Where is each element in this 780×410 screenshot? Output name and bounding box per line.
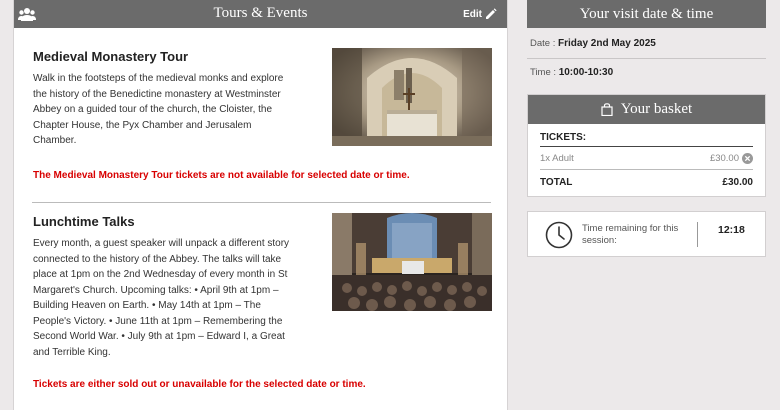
remove-item-icon[interactable] bbox=[742, 153, 753, 164]
clock-icon bbox=[545, 221, 573, 249]
basket-title: Your basket bbox=[620, 101, 693, 117]
basket-item-label: 1x Adult bbox=[540, 153, 574, 164]
tickets-heading: TICKETS: bbox=[540, 132, 753, 147]
session-timer-value: 12:18 bbox=[718, 224, 745, 236]
edit-label: Edit bbox=[463, 8, 482, 20]
basket-panel: Your basket TICKETS: 1x Adult £30.00 TOT… bbox=[527, 94, 766, 197]
visit-date-label: Date : bbox=[530, 38, 556, 49]
tours-events-title: Tours & Events bbox=[213, 5, 308, 21]
visit-date-row: Date : Friday 2nd May 2025 bbox=[527, 38, 766, 58]
shopping-bag-icon bbox=[601, 103, 613, 116]
event-description: Walk in the footsteps of the medieval mo… bbox=[33, 73, 284, 146]
event-availability-warning: The Medieval Monastery Tour tickets are … bbox=[33, 170, 410, 181]
sidebar: Your visit date & time Date : Friday 2nd… bbox=[527, 0, 766, 257]
tours-events-panel: Tours & Events Edit Medieval Monastery T… bbox=[13, 0, 508, 410]
visit-time-label: Time : bbox=[530, 67, 557, 78]
basket-header: Your basket bbox=[528, 95, 765, 124]
edit-button[interactable]: Edit bbox=[463, 8, 497, 20]
church-talk-photo bbox=[332, 213, 492, 311]
basket-total-row: TOTAL £30.00 bbox=[540, 170, 753, 188]
event-card[interactable]: Lunchtime Talks Every month, a guest spe… bbox=[33, 213, 492, 390]
basket-total-label: TOTAL bbox=[540, 177, 573, 188]
event-description: Every month, a guest speaker will unpack… bbox=[33, 238, 290, 358]
basket-total-value: £30.00 bbox=[722, 177, 753, 188]
basket-item-price: £30.00 bbox=[709, 153, 739, 164]
timer-divider bbox=[697, 222, 698, 247]
event-divider bbox=[32, 202, 491, 203]
visit-divider bbox=[527, 58, 766, 59]
session-timer-label: Time remaining for this session: bbox=[582, 223, 679, 246]
event-card[interactable]: Medieval Monastery Tour Walk in the foot… bbox=[33, 48, 492, 181]
tours-events-header: Tours & Events Edit bbox=[14, 0, 507, 28]
visit-time-value: 10:00-10:30 bbox=[558, 67, 614, 78]
pencil-icon bbox=[486, 8, 497, 19]
event-availability-warning: Tickets are either sold out or unavailab… bbox=[33, 379, 366, 390]
basket-item: 1x Adult £30.00 bbox=[540, 147, 753, 170]
visit-date-value: Friday 2nd May 2025 bbox=[558, 38, 656, 49]
visit-header: Your visit date & time bbox=[527, 0, 766, 28]
visit-time-row: Time : 10:00-10:30 bbox=[527, 67, 766, 87]
monastery-photo bbox=[332, 48, 492, 146]
session-timer: Time remaining for this session: 12:18 bbox=[527, 211, 766, 257]
